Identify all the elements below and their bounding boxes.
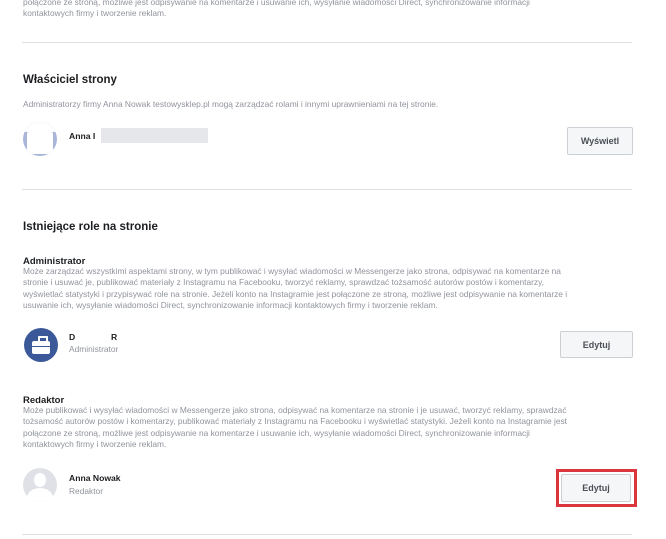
top-text: połączone ze stroną, możliwe jest odpisy… <box>23 0 643 20</box>
owner-avatar <box>23 122 57 156</box>
roles-section-title: Istniejące role na stronie <box>23 221 158 233</box>
divider <box>22 42 632 43</box>
editor-desc-line-4: kontaktowych firmy i tworzenie reklam. <box>23 438 167 449</box>
admin-user-initial-last: R <box>111 332 118 342</box>
editor-desc-line-2: tożsamość autorów postów i komentarzy, p… <box>23 416 567 427</box>
owner-name: Anna I <box>69 131 96 141</box>
edit-admin-button[interactable]: Edytuj <box>560 331 633 358</box>
editor-user-role: Redaktor <box>69 486 103 496</box>
owner-description: Administratorzy firmy Anna Nowak testowy… <box>23 99 439 109</box>
admin-user-initial-first: D <box>69 332 76 342</box>
highlight-box <box>556 469 637 507</box>
admin-user-role: Administrator <box>69 344 119 354</box>
default-user-avatar <box>23 468 57 502</box>
editor-desc-line-1: Może publikować i wysyłać wiadomości w M… <box>23 405 567 415</box>
briefcase-icon <box>24 328 58 362</box>
editor-user-name: Anna Nowak <box>69 473 121 483</box>
admin-desc-line-1: Może zarządzać wszystkimi aspektami stro… <box>23 266 561 276</box>
admin-desc-line-2: stronie i usuwać je, publikować materiał… <box>23 277 545 288</box>
redacted-name-block <box>101 128 208 143</box>
admin-desc-line-4: usuwanie ich, wysyłanie wiadomości Direc… <box>23 299 438 310</box>
editor-desc-line-3: połączone ze stroną, możliwe jest odpisy… <box>23 427 530 438</box>
view-owner-button[interactable]: Wyświetl <box>567 127 633 155</box>
admin-desc-line-3: wyświetlać statystyki i przypisywać role… <box>23 288 568 299</box>
divider <box>22 189 632 190</box>
admin-role-description: Może zarządzać wszystkimi aspektami stro… <box>23 266 643 311</box>
top-text-line-2: kontaktowych firmy i tworzenie reklam. <box>23 8 167 19</box>
top-text-line-1: połączone ze stroną, możliwe jest odpisy… <box>23 0 530 7</box>
owner-section-title: Właściciel strony <box>23 74 117 86</box>
editor-role-description: Może publikować i wysyłać wiadomości w M… <box>23 405 643 450</box>
divider <box>22 534 632 535</box>
